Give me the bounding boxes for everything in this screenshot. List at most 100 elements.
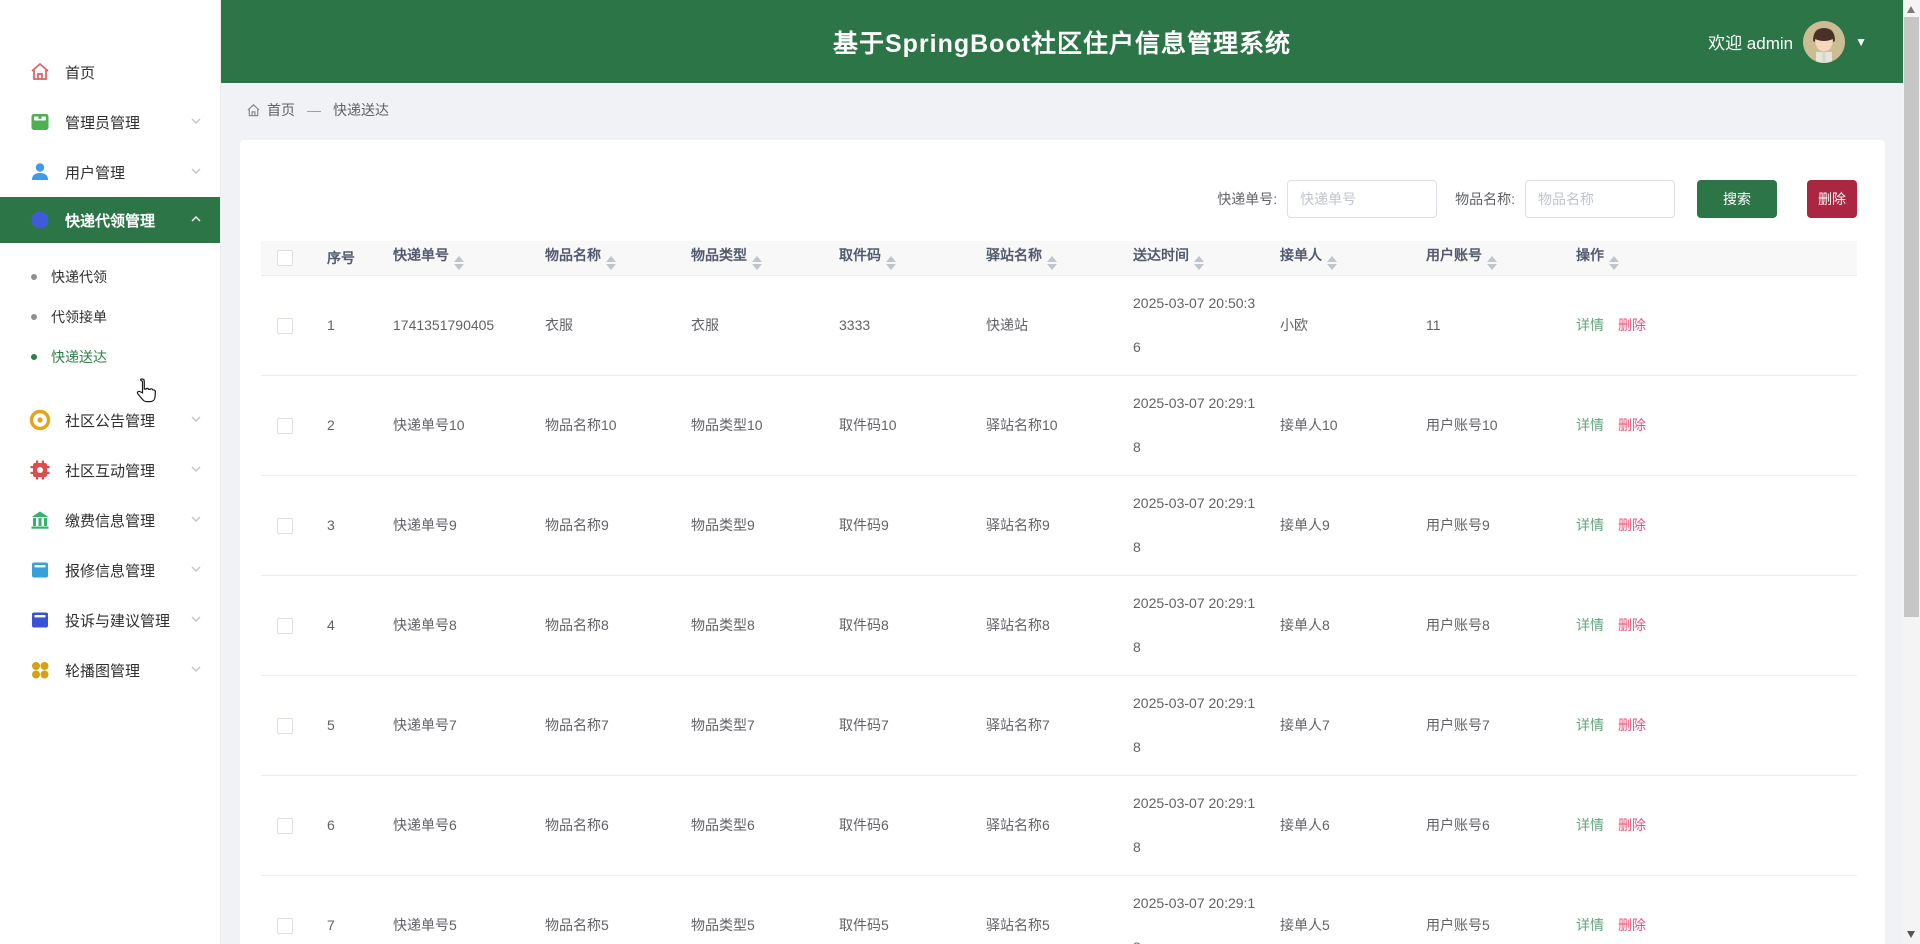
row-checkbox[interactable] bbox=[277, 918, 293, 934]
row-checkbox[interactable] bbox=[277, 718, 293, 734]
repair-icon bbox=[29, 559, 51, 581]
column-header[interactable]: 用户账号 bbox=[1408, 241, 1558, 275]
column-header[interactable]: 物品类型 bbox=[673, 241, 821, 275]
select-all-checkbox[interactable] bbox=[277, 250, 293, 266]
sidebar-item-label: 缴费信息管理 bbox=[65, 510, 190, 531]
row-checkbox[interactable] bbox=[277, 818, 293, 834]
detail-link[interactable]: 详情 bbox=[1576, 317, 1604, 333]
search-button[interactable]: 搜索 bbox=[1697, 180, 1777, 218]
delivery-icon bbox=[29, 209, 51, 231]
delete-link[interactable]: 删除 bbox=[1618, 717, 1646, 733]
sidebar-subitem-2[interactable]: 快递送达 bbox=[0, 337, 220, 377]
cell-station: 驿站名称10 bbox=[968, 375, 1115, 475]
cell-account: 用户账号6 bbox=[1408, 775, 1558, 875]
table-row: 2快递单号10物品名称10物品类型10取件码10驿站名称102025-03-07… bbox=[261, 375, 1857, 475]
column-header[interactable]: 物品名称 bbox=[527, 241, 673, 275]
sidebar-item-5[interactable]: 社区互动管理 bbox=[0, 445, 220, 495]
cell-no: 7 bbox=[309, 875, 375, 944]
row-checkbox[interactable] bbox=[277, 418, 293, 434]
detail-link[interactable]: 详情 bbox=[1576, 717, 1604, 733]
delete-button[interactable]: 删除 bbox=[1807, 180, 1857, 218]
row-checkbox[interactable] bbox=[277, 318, 293, 334]
sort-caret-icon[interactable] bbox=[1487, 256, 1497, 270]
delete-link[interactable]: 删除 bbox=[1618, 817, 1646, 833]
tracking-number-input[interactable] bbox=[1287, 180, 1437, 218]
carousel-icon bbox=[29, 659, 51, 681]
cell-name: 物品名称5 bbox=[527, 875, 673, 944]
sidebar-item-home[interactable]: 首页 bbox=[0, 47, 220, 97]
cell-receiver: 接单人6 bbox=[1262, 775, 1408, 875]
vertical-scrollbar[interactable] bbox=[1903, 0, 1920, 944]
detail-link[interactable]: 详情 bbox=[1576, 917, 1604, 933]
sidebar-item-6[interactable]: 缴费信息管理 bbox=[0, 495, 220, 545]
home-icon bbox=[29, 61, 51, 83]
detail-link[interactable]: 详情 bbox=[1576, 817, 1604, 833]
chevron-down-icon[interactable]: ▼ bbox=[1855, 35, 1867, 49]
sort-caret-icon[interactable] bbox=[454, 256, 464, 270]
item-name-input[interactable] bbox=[1525, 180, 1675, 218]
sort-caret-icon[interactable] bbox=[752, 256, 762, 270]
sidebar-item-9[interactable]: 轮播图管理 bbox=[0, 645, 220, 695]
row-checkbox[interactable] bbox=[277, 618, 293, 634]
cell-time: 2025-03-07 20:29:18 bbox=[1133, 681, 1259, 769]
avatar[interactable] bbox=[1803, 21, 1845, 63]
sort-caret-icon[interactable] bbox=[1609, 256, 1619, 270]
top-header: 基于SpringBoot社区住户信息管理系统 欢迎 admin ▼ bbox=[221, 0, 1903, 83]
payment-icon bbox=[29, 509, 51, 531]
cell-account: 用户账号10 bbox=[1408, 375, 1558, 475]
sidebar-subitem-1[interactable]: 代领接单 bbox=[0, 297, 220, 337]
sidebar-item-label: 社区互动管理 bbox=[65, 460, 190, 481]
detail-link[interactable]: 详情 bbox=[1576, 617, 1604, 633]
delete-link[interactable]: 删除 bbox=[1618, 417, 1646, 433]
detail-link[interactable]: 详情 bbox=[1576, 517, 1604, 533]
cell-receiver: 接单人9 bbox=[1262, 475, 1408, 575]
sidebar-item-4[interactable]: 社区公告管理 bbox=[0, 395, 220, 445]
chevron-down-icon bbox=[190, 562, 202, 579]
sort-caret-icon[interactable] bbox=[606, 256, 616, 270]
sidebar-item-2[interactable]: 用户管理 bbox=[0, 147, 220, 197]
scrollbar-thumb[interactable] bbox=[1904, 17, 1919, 617]
row-checkbox[interactable] bbox=[277, 518, 293, 534]
cell-station: 驿站名称9 bbox=[968, 475, 1115, 575]
bullet-icon bbox=[31, 274, 37, 280]
sidebar-item-1[interactable]: 管理员管理 bbox=[0, 97, 220, 147]
cell-station: 驿站名称7 bbox=[968, 675, 1115, 775]
admin-icon bbox=[29, 111, 51, 133]
column-header[interactable]: 接单人 bbox=[1262, 241, 1408, 275]
column-header[interactable]: 送达时间 bbox=[1115, 241, 1262, 275]
scroll-down-arrow-icon[interactable] bbox=[1907, 931, 1915, 938]
column-header[interactable]: 操作 bbox=[1558, 241, 1857, 275]
cell-receiver: 接单人7 bbox=[1262, 675, 1408, 775]
sidebar-item-label: 投诉与建议管理 bbox=[65, 610, 190, 631]
sidebar-item-3[interactable]: 快递代领管理 bbox=[0, 197, 220, 243]
delete-link[interactable]: 删除 bbox=[1618, 517, 1646, 533]
delete-link[interactable]: 删除 bbox=[1618, 617, 1646, 633]
sidebar-item-7[interactable]: 报修信息管理 bbox=[0, 545, 220, 595]
sort-caret-icon[interactable] bbox=[1327, 256, 1337, 270]
column-header[interactable]: 取件码 bbox=[821, 241, 968, 275]
cell-order: 快递单号10 bbox=[375, 375, 527, 475]
column-header[interactable]: 快递单号 bbox=[375, 241, 527, 275]
cell-receiver: 接单人5 bbox=[1262, 875, 1408, 944]
delete-link[interactable]: 删除 bbox=[1618, 917, 1646, 933]
sidebar-subitem-0[interactable]: 快递代领 bbox=[0, 257, 220, 297]
scroll-up-arrow-icon[interactable] bbox=[1907, 6, 1915, 13]
cell-type: 物品类型9 bbox=[673, 475, 821, 575]
cell-receiver: 小欧 bbox=[1262, 275, 1408, 375]
sort-caret-icon[interactable] bbox=[1047, 256, 1057, 270]
delete-link[interactable]: 删除 bbox=[1618, 317, 1646, 333]
sort-caret-icon[interactable] bbox=[1194, 256, 1204, 270]
breadcrumb-home[interactable]: 首页 bbox=[267, 100, 295, 120]
sidebar-item-8[interactable]: 投诉与建议管理 bbox=[0, 595, 220, 645]
chevron-down-icon bbox=[190, 164, 202, 181]
sort-caret-icon[interactable] bbox=[886, 256, 896, 270]
detail-link[interactable]: 详情 bbox=[1576, 417, 1604, 433]
cell-time: 2025-03-07 20:29:18 bbox=[1133, 381, 1259, 469]
user-icon bbox=[29, 161, 51, 183]
column-header[interactable]: 驿站名称 bbox=[968, 241, 1115, 275]
sidebar: 首页管理员管理用户管理快递代领管理快递代领代领接单快递送达社区公告管理社区互动管… bbox=[0, 0, 221, 944]
table-row: 5快递单号7物品名称7物品类型7取件码7驿站名称72025-03-07 20:2… bbox=[261, 675, 1857, 775]
column-label: 序号 bbox=[327, 250, 355, 266]
complaint-icon bbox=[29, 609, 51, 631]
user-menu[interactable]: 欢迎 admin ▼ bbox=[1708, 0, 1867, 83]
